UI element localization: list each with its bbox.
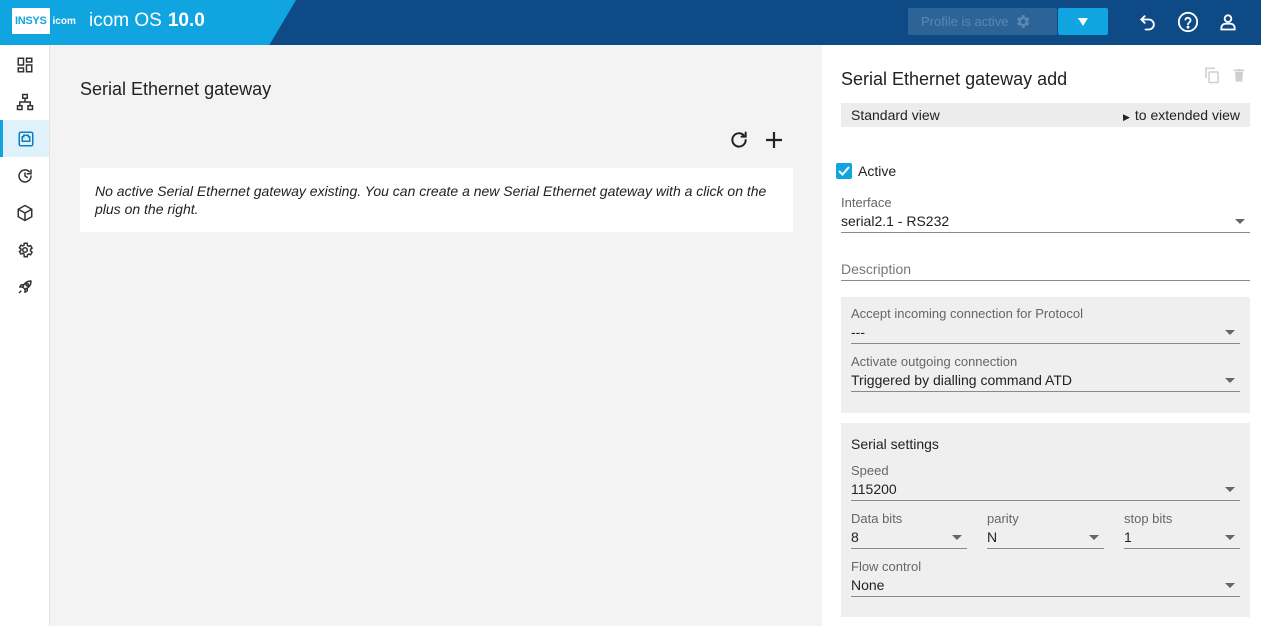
speed-label: Speed — [851, 463, 889, 478]
stop-bits-value: 1 — [1124, 529, 1132, 545]
empty-notice: No active Serial Ethernet gateway existi… — [80, 168, 793, 232]
incoming-label: Accept incoming connection for Protocol — [851, 306, 1083, 321]
dropdown-arrow-icon — [1225, 487, 1235, 492]
sidebar-item-deploy[interactable] — [0, 268, 49, 305]
interface-select[interactable]: Interface serial2.1 - RS232 — [841, 195, 1250, 233]
undo-button[interactable] — [1136, 10, 1160, 34]
parity-select[interactable]: parity N — [987, 511, 1104, 549]
serial-settings-box: Serial settings Speed 115200 Data bits 8… — [841, 423, 1250, 617]
gear-icon — [17, 242, 33, 257]
parity-label: parity — [987, 511, 1019, 526]
main-content: Serial Ethernet gateway No active Serial… — [50, 45, 822, 626]
dropdown-arrow-icon — [1225, 378, 1235, 383]
user-button[interactable] — [1216, 10, 1240, 34]
plus-icon — [766, 132, 782, 148]
dropdown-arrow-icon — [1225, 535, 1235, 540]
logo: INSYS icom — [12, 8, 76, 34]
gear-icon — [1017, 15, 1030, 28]
copy-icon — [1205, 67, 1219, 84]
description-placeholder: Description — [841, 261, 912, 277]
outgoing-value: Triggered by dialling command ATD — [851, 372, 1072, 388]
logo-sub: icom — [52, 15, 76, 27]
dashboard-icon — [17, 57, 32, 72]
detail-panel: Serial Ethernet gateway add Standard vie… — [822, 45, 1261, 626]
app-version: 10.0 — [167, 10, 205, 31]
history-icon — [17, 168, 32, 183]
flow-control-select[interactable]: Flow control None — [851, 559, 1240, 597]
top-bar: INSYS icom icom OS 10.0 Profile is active — [0, 0, 1261, 45]
refresh-button[interactable] — [728, 129, 750, 151]
flow-control-value: None — [851, 577, 885, 593]
sidebar-item-settings[interactable] — [0, 231, 49, 268]
interface-label: Interface — [841, 195, 892, 210]
profile-label: Profile is active — [921, 14, 1009, 29]
serial-port-icon — [18, 131, 34, 146]
sidebar-item-serial[interactable] — [0, 120, 49, 157]
page-title: Serial Ethernet gateway — [80, 79, 272, 99]
add-button[interactable] — [763, 129, 785, 151]
caret-right-icon: ▶ — [1123, 112, 1130, 122]
stop-bits-label: stop bits — [1124, 511, 1173, 526]
outgoing-label: Activate outgoing connection — [851, 354, 1018, 369]
speed-value: 115200 — [851, 481, 897, 497]
flow-control-label: Flow control — [851, 559, 922, 574]
stop-bits-select[interactable]: stop bits 1 — [1124, 511, 1240, 549]
logo-text: INSYS — [12, 8, 50, 34]
profile-button[interactable]: Profile is active — [908, 8, 1057, 35]
app-name: icom OS — [89, 10, 162, 31]
refresh-icon — [731, 131, 747, 148]
speed-select[interactable]: Speed 115200 — [851, 463, 1240, 501]
dropdown-arrow-icon — [1235, 219, 1245, 224]
sidebar-item-network[interactable] — [0, 83, 49, 120]
interface-value: serial2.1 - RS232 — [841, 213, 950, 229]
copy-button[interactable] — [1203, 66, 1221, 84]
sidebar-item-dashboard[interactable] — [0, 46, 49, 83]
dropdown-arrow-icon — [1089, 535, 1099, 540]
view-switch-bar: Standard view ▶ to extended view — [841, 103, 1250, 127]
help-icon — [1177, 11, 1199, 33]
serial-settings-title: Serial settings — [851, 436, 939, 452]
sidebar — [0, 45, 50, 626]
incoming-value: --- — [851, 324, 865, 340]
sidebar-item-packages[interactable] — [0, 194, 49, 231]
active-checkbox-row[interactable]: Active — [836, 163, 896, 179]
data-bits-select[interactable]: Data bits 8 — [851, 511, 967, 549]
sidebar-item-history[interactable] — [0, 157, 49, 194]
connection-box: Accept incoming connection for Protocol … — [841, 297, 1250, 413]
trash-icon — [1233, 69, 1245, 82]
view-current: Standard view — [851, 107, 940, 123]
app-title: icom OS 10.0 — [89, 10, 205, 32]
parity-value: N — [987, 529, 998, 545]
active-checkbox[interactable] — [836, 163, 852, 179]
view-switch-link[interactable]: ▶ to extended view — [1123, 107, 1240, 123]
help-button[interactable] — [1176, 10, 1200, 34]
rocket-icon — [17, 279, 32, 294]
delete-button[interactable] — [1231, 66, 1249, 84]
panel-title: Serial Ethernet gateway add — [841, 69, 1068, 89]
incoming-protocol-select[interactable]: Accept incoming connection for Protocol … — [851, 306, 1240, 344]
undo-icon — [1140, 15, 1155, 31]
data-bits-value: 8 — [851, 529, 859, 545]
active-label: Active — [858, 163, 897, 179]
description-field[interactable]: Description — [841, 261, 1250, 281]
view-switch-label: to extended view — [1134, 107, 1240, 123]
dropdown-arrow-icon — [952, 535, 962, 540]
profile-dropdown-button[interactable] — [1058, 8, 1108, 35]
data-bits-label: Data bits — [851, 511, 903, 526]
dropdown-arrow-icon — [1225, 583, 1235, 588]
package-icon — [17, 204, 32, 221]
check-icon — [838, 166, 850, 176]
user-icon — [1220, 14, 1236, 31]
outgoing-connection-select[interactable]: Activate outgoing connection Triggered b… — [851, 354, 1240, 392]
network-icon — [16, 93, 33, 110]
dropdown-arrow-icon — [1225, 330, 1235, 335]
caret-down-icon — [1078, 17, 1088, 26]
